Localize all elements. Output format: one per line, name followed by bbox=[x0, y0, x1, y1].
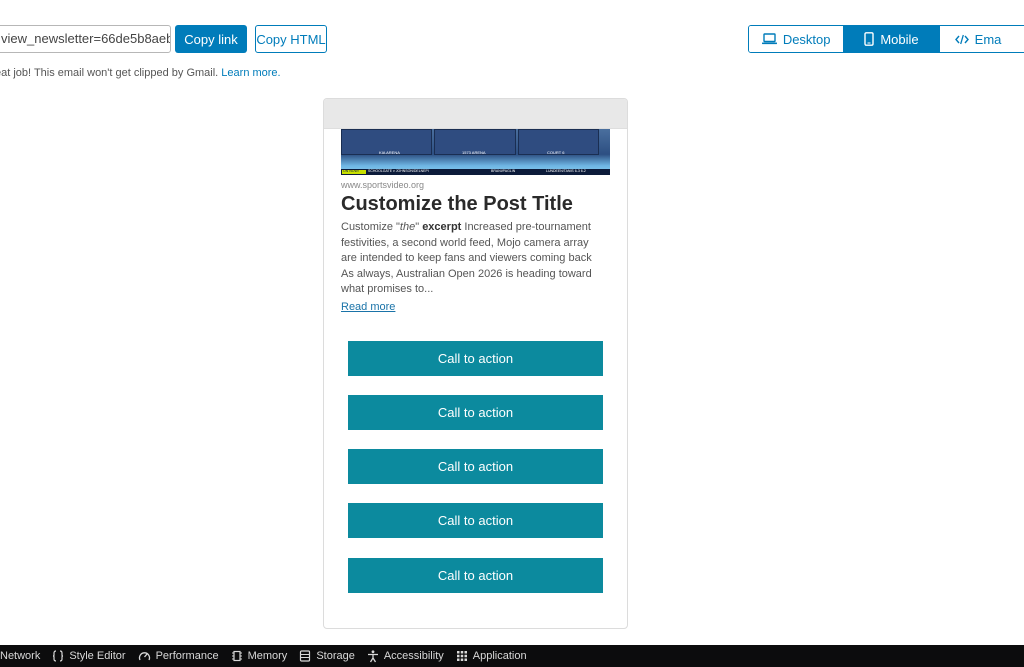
devtools-tab-label: Network bbox=[0, 650, 41, 662]
accessibility-icon bbox=[367, 649, 379, 663]
desktop-view-button[interactable]: Desktop bbox=[749, 26, 845, 52]
preview-url-input[interactable]: view_newsletter=66de5b8aebe9 bbox=[0, 25, 171, 53]
code-icon bbox=[954, 34, 969, 45]
post-excerpt: Customize "the" excerpt Increased pre-to… bbox=[341, 220, 603, 298]
email-content: KIA ARENA 1573 ARENA COURT 6 ON NOW! SCH… bbox=[331, 129, 620, 628]
hero-ticker-live-text: ON NOW! bbox=[343, 169, 359, 173]
email-view-label: Ema bbox=[974, 31, 1002, 47]
devtools-tab-memory[interactable]: Memory bbox=[231, 650, 288, 662]
gmail-clip-status: eat job! This email won't get clipped by… bbox=[0, 67, 281, 79]
devtools-tab-performance[interactable]: Performance bbox=[138, 650, 219, 662]
learn-more-link[interactable]: Learn more. bbox=[221, 67, 280, 79]
mobile-icon bbox=[864, 32, 875, 46]
cta-button[interactable]: Call to action bbox=[348, 395, 603, 430]
chip-icon bbox=[231, 650, 243, 662]
devtools-toolbar: Network Style Editor Performance Memory … bbox=[0, 645, 1024, 667]
excerpt-prefix: Customize " bbox=[341, 221, 400, 233]
post-featured-image[interactable]: KIA ARENA 1573 ARENA COURT 6 ON NOW! SCH… bbox=[341, 129, 610, 175]
desktop-view-label: Desktop bbox=[782, 31, 831, 47]
hero-panel-label: KIA ARENA bbox=[379, 150, 400, 155]
excerpt-emphasis: the bbox=[399, 221, 416, 233]
laptop-icon bbox=[761, 33, 777, 45]
email-body[interactable]: KIA ARENA 1573 ARENA COURT 6 ON NOW! SCH… bbox=[331, 129, 620, 628]
status-message: eat job! This email won't get clipped by… bbox=[0, 67, 219, 79]
copy-link-button[interactable]: Copy link bbox=[175, 25, 247, 53]
braces-icon bbox=[52, 650, 64, 662]
devtools-tab-network[interactable]: Network bbox=[0, 650, 40, 662]
hero-ticker-item: SCHOOLGATE v JOHNSON/DELNEPI bbox=[368, 169, 429, 173]
hero-ticker-item: LUNDEEN/TANIS 6-3 6-2 bbox=[546, 169, 586, 173]
excerpt-strong: excerpt bbox=[422, 221, 462, 233]
cta-button[interactable]: Call to action bbox=[348, 558, 603, 593]
mobile-preview-frame: KIA ARENA 1573 ARENA COURT 6 ON NOW! SCH… bbox=[323, 98, 628, 629]
devtools-tab-storage[interactable]: Storage bbox=[299, 650, 355, 662]
mobile-view-button[interactable]: Mobile bbox=[844, 26, 940, 52]
devtools-tab-style-editor[interactable]: Style Editor bbox=[52, 650, 126, 662]
gauge-icon bbox=[138, 650, 151, 662]
cta-button[interactable]: Call to action bbox=[348, 503, 603, 538]
cta-button[interactable]: Call to action bbox=[348, 449, 603, 484]
preview-top-bar bbox=[324, 99, 627, 129]
devtools-tab-application[interactable]: Application bbox=[456, 650, 527, 662]
cta-button[interactable]: Call to action bbox=[348, 341, 603, 376]
post-source: www.sportsvideo.org bbox=[341, 180, 425, 190]
email-view-button[interactable]: Ema bbox=[939, 26, 1024, 52]
hero-panel-label: 1573 ARENA bbox=[462, 150, 486, 155]
devtools-tab-label: Accessibility bbox=[383, 650, 444, 662]
copy-html-button[interactable]: Copy HTML bbox=[255, 25, 327, 53]
hero-panel-label: COURT 6 bbox=[547, 150, 565, 155]
view-mode-toggle: Desktop Mobile Ema bbox=[748, 25, 1024, 53]
read-more-link[interactable]: Read more bbox=[341, 301, 395, 313]
devtools-tab-label: Memory bbox=[247, 650, 288, 662]
devtools-tab-label: Application bbox=[472, 650, 527, 662]
hero-ticker-item: BRANI/PAGLIN bbox=[491, 169, 516, 173]
devtools-tab-label: Performance bbox=[155, 650, 219, 662]
devtools-tab-label: Storage bbox=[316, 650, 355, 662]
hero-ticker: ON NOW! SCHOOLGATE v JOHNSON/DELNEPI BRA… bbox=[341, 169, 610, 175]
storage-icon bbox=[299, 650, 311, 662]
post-title: Customize the Post Title bbox=[341, 193, 573, 215]
mobile-view-label: Mobile bbox=[880, 31, 919, 47]
devtools-tab-label: Style Editor bbox=[69, 650, 126, 662]
grid-icon bbox=[456, 650, 468, 662]
devtools-tab-accessibility[interactable]: Accessibility bbox=[367, 649, 444, 663]
